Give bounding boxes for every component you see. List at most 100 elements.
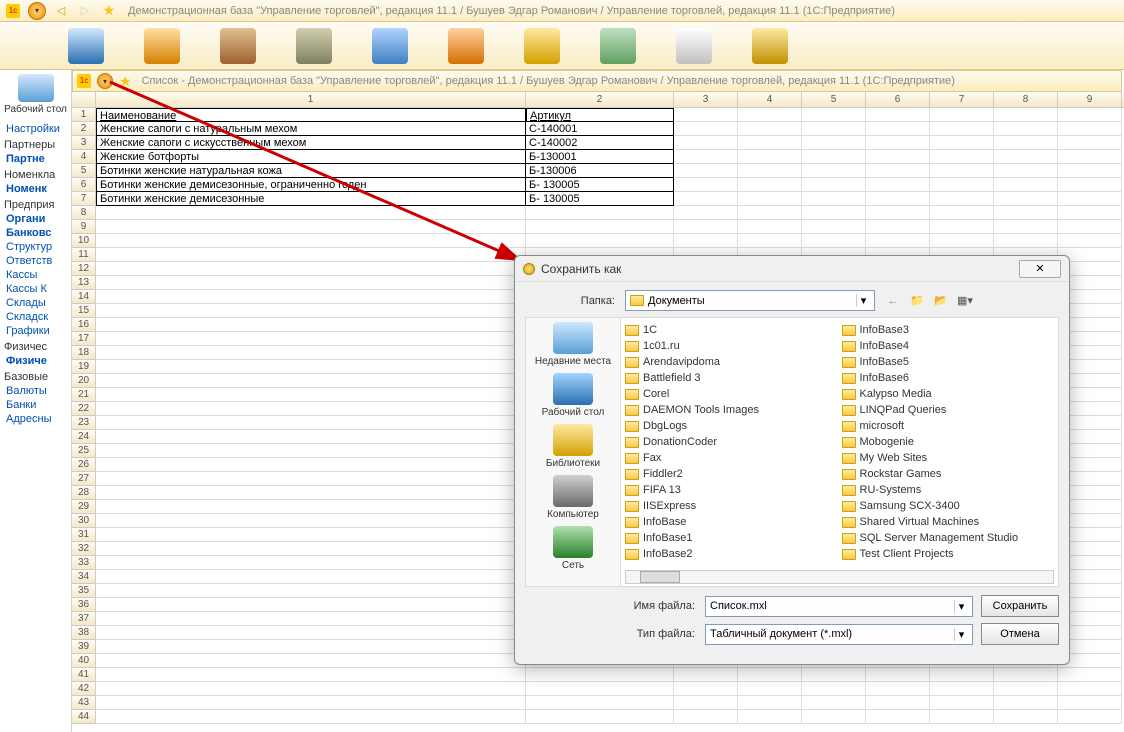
place-item[interactable]: Рабочий стол (526, 373, 620, 418)
folder-item[interactable]: microsoft (842, 418, 1055, 434)
horizontal-scrollbar[interactable] (625, 570, 1054, 584)
chevron-down-icon[interactable]: ▾ (954, 628, 968, 641)
folder-item[interactable]: Fiddler2 (625, 466, 838, 482)
table-row[interactable]: 4Женские ботфортыБ-130001 (72, 150, 1124, 164)
folder-item[interactable]: DAEMON Tools Images (625, 402, 838, 418)
view-menu-icon[interactable]: ▦▾ (955, 291, 975, 311)
folder-item[interactable]: Test Client Projects (842, 546, 1055, 562)
table-row[interactable]: 5Ботинки женские натуральная кожаБ-13000… (72, 164, 1124, 178)
sidebar-settings[interactable]: Настройки (6, 123, 71, 135)
logo-1c-icon[interactable]: 1c (4, 2, 22, 20)
sidebar-link[interactable]: Органи (6, 213, 71, 225)
filename-input[interactable]: Список.mxl ▾ (705, 596, 973, 617)
table-row[interactable]: 9 (72, 220, 1124, 234)
table-row[interactable]: 10 (72, 234, 1124, 248)
folder-item[interactable]: InfoBase5 (842, 354, 1055, 370)
place-item[interactable]: Библиотеки (526, 424, 620, 469)
toolbar-icon-3[interactable] (220, 28, 256, 64)
toolbar-icon-4[interactable] (296, 28, 332, 64)
toolbar-icon-10[interactable] (752, 28, 788, 64)
folder-item[interactable]: Shared Virtual Machines (842, 514, 1055, 530)
sidebar-link[interactable]: Адресны (6, 413, 71, 425)
table-row[interactable]: 43 (72, 696, 1124, 710)
toolbar-icon-6[interactable] (448, 28, 484, 64)
table-row[interactable]: 3Женские сапоги с искусственным мехомС-1… (72, 136, 1124, 150)
table-row[interactable]: 41 (72, 668, 1124, 682)
folder-item[interactable]: Mobogenie (842, 434, 1055, 450)
folder-item[interactable]: Kalypso Media (842, 386, 1055, 402)
sub-logo-icon[interactable]: 1c (77, 74, 91, 88)
file-list[interactable]: 1C1c01.ruArendavipdomaBattlefield 3Corel… (621, 317, 1059, 587)
folder-item[interactable]: DonationCoder (625, 434, 838, 450)
folder-item[interactable]: Arendavipdoma (625, 354, 838, 370)
header-article[interactable]: Артикул (526, 108, 674, 122)
folder-item[interactable]: SQL Server Management Studio (842, 530, 1055, 546)
toolbar-icon-2[interactable] (144, 28, 180, 64)
cancel-button[interactable]: Отмена (981, 623, 1059, 645)
sidebar-link[interactable]: Банки (6, 399, 71, 411)
folder-item[interactable]: LINQPad Queries (842, 402, 1055, 418)
filetype-select[interactable]: Табличный документ (*.mxl) ▾ (705, 624, 973, 645)
sidebar-home[interactable]: Рабочий стол (0, 74, 71, 115)
sidebar-link[interactable]: Склады (6, 297, 71, 309)
save-button[interactable]: Сохранить (981, 595, 1059, 617)
folder-item[interactable]: 1C (625, 322, 838, 338)
folder-item[interactable]: IISExpress (625, 498, 838, 514)
favorite-icon[interactable]: ★ (100, 2, 118, 20)
folder-item[interactable]: Battlefield 3 (625, 370, 838, 386)
place-item[interactable]: Сеть (526, 526, 620, 571)
header-name[interactable]: Наименование (96, 108, 526, 122)
sub-favorite-icon[interactable]: ★ (119, 73, 132, 90)
sidebar-link[interactable]: Банковс (6, 227, 71, 239)
folder-item[interactable]: Rockstar Games (842, 466, 1055, 482)
sidebar-link[interactable]: Номенк (6, 183, 71, 195)
folder-item[interactable]: Fax (625, 450, 838, 466)
toolbar-icon-1[interactable] (68, 28, 104, 64)
table-row[interactable]: 8 (72, 206, 1124, 220)
folder-item[interactable]: 1c01.ru (625, 338, 838, 354)
folder-item[interactable]: FIFA 13 (625, 482, 838, 498)
sidebar-link[interactable]: Структур (6, 241, 71, 253)
table-row[interactable]: 2Женские сапоги с натуральным мехомС-140… (72, 122, 1124, 136)
sidebar-link[interactable]: Графики (6, 325, 71, 337)
place-item[interactable]: Компьютер (526, 475, 620, 520)
dialog-close-button[interactable]: ✕ (1019, 260, 1061, 278)
folder-item[interactable]: InfoBase2 (625, 546, 838, 562)
folder-item[interactable]: DbgLogs (625, 418, 838, 434)
place-item[interactable]: Недавние места (526, 322, 620, 367)
toolbar-icon-8[interactable] (600, 28, 636, 64)
nav-forward-icon[interactable]: ▷ (76, 2, 94, 20)
sidebar-link[interactable]: Кассы К (6, 283, 71, 295)
folder-item[interactable]: InfoBase4 (842, 338, 1055, 354)
toolbar-icon-5[interactable] (372, 28, 408, 64)
dropdown-icon[interactable]: ▾ (28, 2, 46, 20)
sidebar-link[interactable]: Партне (6, 153, 71, 165)
table-row[interactable]: 6Ботинки женские демисезонные, ограничен… (72, 178, 1124, 192)
new-folder-icon[interactable]: 📂 (931, 291, 951, 311)
sidebar-link[interactable]: Физиче (6, 355, 71, 367)
folder-item[interactable]: My Web Sites (842, 450, 1055, 466)
folder-item[interactable]: InfoBase3 (842, 322, 1055, 338)
folder-item[interactable]: RU-Systems (842, 482, 1055, 498)
folder-item[interactable]: InfoBase (625, 514, 838, 530)
nav-back-icon[interactable]: ← (883, 291, 903, 311)
table-row[interactable]: 44 (72, 710, 1124, 724)
sidebar-link[interactable]: Валюты (6, 385, 71, 397)
folder-item[interactable]: Corel (625, 386, 838, 402)
table-row[interactable]: 42 (72, 682, 1124, 696)
table-row[interactable]: 7Ботинки женские демисезонныеБ- 130005 (72, 192, 1124, 206)
folder-item[interactable]: Samsung SCX-3400 (842, 498, 1055, 514)
sub-dropdown-icon[interactable]: ▾ (97, 73, 113, 89)
toolbar-icon-9[interactable] (676, 28, 712, 64)
folder-item[interactable]: InfoBase6 (842, 370, 1055, 386)
chevron-down-icon[interactable]: ▾ (856, 294, 870, 307)
chevron-down-icon[interactable]: ▾ (954, 600, 968, 613)
sidebar-link[interactable]: Складск (6, 311, 71, 323)
sidebar-link[interactable]: Ответств (6, 255, 71, 267)
folder-item[interactable]: InfoBase1 (625, 530, 838, 546)
sidebar-link[interactable]: Кассы (6, 269, 71, 281)
up-folder-icon[interactable]: 📁 (907, 291, 927, 311)
toolbar-icon-7[interactable] (524, 28, 560, 64)
folder-select[interactable]: Документы ▾ (625, 290, 875, 311)
nav-back-icon[interactable]: ◁ (52, 2, 70, 20)
